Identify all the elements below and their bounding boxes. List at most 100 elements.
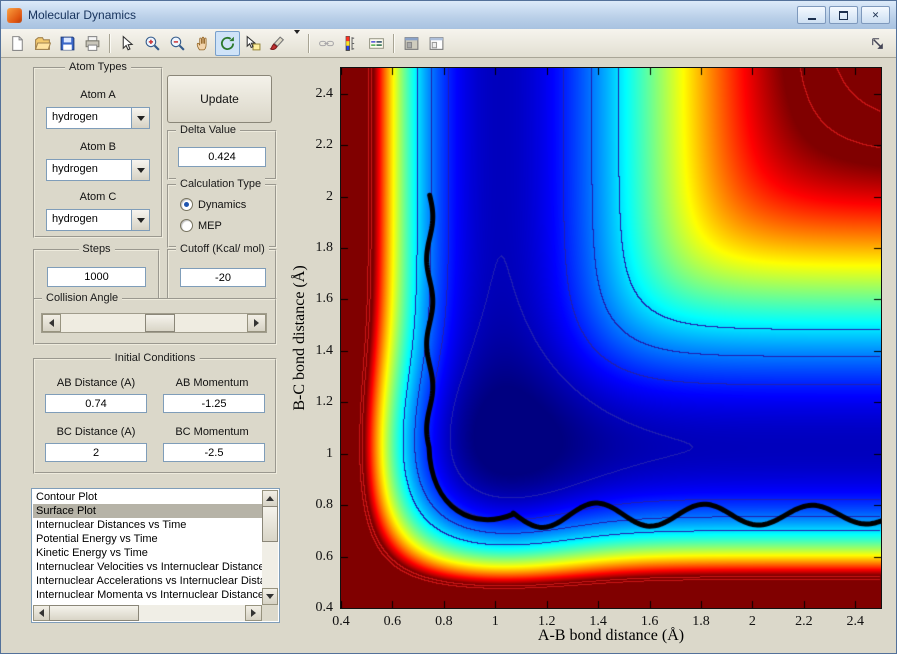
minimize-button[interactable] (797, 6, 826, 24)
rotate-3d-button[interactable] (215, 30, 240, 56)
initial-conditions-panel: Initial Conditions AB Distance (A) AB Mo… (33, 352, 277, 474)
restore-icon (839, 10, 848, 20)
ab-momentum-input[interactable] (163, 394, 265, 413)
list-item[interactable]: Internuclear Distances vs Time (33, 518, 262, 532)
bc-momentum-input[interactable] (163, 443, 265, 462)
dock-figure-button[interactable] (865, 31, 890, 56)
insert-colorbar-button[interactable] (339, 31, 364, 56)
arrow-right-icon (254, 319, 263, 327)
y-tick-label: 1.2 (315, 394, 334, 410)
insert-colorbar-icon (343, 35, 360, 52)
bc-distance-input[interactable] (45, 443, 147, 462)
chevron-down-icon (136, 116, 145, 125)
bc-momentum-label: BC Momentum (175, 426, 249, 438)
zoom-in-button[interactable] (140, 31, 165, 56)
x-tick-label: 2.4 (846, 614, 865, 629)
cutoff-input[interactable] (180, 268, 266, 287)
toolbar-separator (109, 33, 111, 53)
collision-angle-slider[interactable] (41, 313, 267, 333)
list-item[interactable]: Potential Energy vs Time (33, 532, 262, 546)
chevron-down-icon (136, 168, 145, 177)
horizontal-scroll-thumb[interactable] (49, 605, 139, 621)
x-tick-label: 0.4 (332, 614, 350, 629)
link-plot-button[interactable] (314, 31, 339, 56)
plot-type-listbox[interactable]: Contour Plot Surface Plot Internuclear Dis… (31, 488, 280, 623)
scroll-down-button[interactable] (262, 588, 278, 605)
dock-figure-icon (869, 35, 886, 52)
pan-icon (194, 35, 211, 52)
x-tick-label: 0.6 (383, 614, 402, 629)
open-file-button[interactable] (30, 31, 55, 56)
toolbar-separator (393, 33, 395, 53)
arrow-up-icon (266, 492, 274, 501)
vertical-scroll-thumb[interactable] (262, 506, 278, 542)
insert-legend-button[interactable] (364, 31, 389, 56)
atom-types-panel-title: Atom Types (65, 61, 131, 73)
brush-dropdown-button[interactable] (290, 30, 304, 56)
listbox-horizontal-scrollbar[interactable] (33, 605, 262, 621)
listbox-vertical-scrollbar[interactable] (262, 490, 278, 605)
collision-angle-panel: Collision Angle (33, 292, 277, 345)
calculation-type-panel: Calculation Type Dynamics MEP (167, 178, 277, 248)
close-button[interactable]: ✕ (861, 6, 890, 24)
atom-c-dropdown-button[interactable] (131, 210, 149, 230)
atom-a-dropdown-button[interactable] (131, 108, 149, 128)
list-item[interactable]: Surface Plot (33, 504, 262, 518)
x-tick-label: 1.8 (692, 614, 710, 629)
radio-mep[interactable]: MEP (180, 219, 222, 232)
show-plot-tools-button[interactable] (424, 31, 449, 56)
potential-surface-plot[interactable] (340, 67, 882, 609)
data-cursor-button[interactable] (240, 31, 265, 56)
radio-selected-icon (180, 198, 193, 211)
calculation-type-title: Calculation Type (176, 178, 266, 190)
restore-button[interactable] (829, 6, 858, 24)
scroll-right-button[interactable] (245, 605, 262, 621)
slider-thumb[interactable] (145, 314, 176, 332)
new-document-button[interactable] (5, 31, 30, 56)
brush-dropdown-icon (294, 30, 300, 54)
bc-distance-label: BC Distance (A) (56, 426, 136, 438)
update-button[interactable]: Update (167, 75, 272, 123)
atom-b-label: Atom B (79, 141, 117, 153)
hide-plot-tools-button[interactable] (399, 31, 424, 56)
atom-b-dropdown-button[interactable] (131, 160, 149, 180)
list-item[interactable]: Internuclear Accelerations vs Internucle… (33, 574, 262, 588)
zoom-out-button[interactable] (165, 31, 190, 56)
arrow-left-icon (45, 319, 54, 327)
atom-c-label: Atom C (79, 191, 117, 203)
slider-left-arrow-button[interactable] (42, 314, 61, 332)
slider-right-arrow-button[interactable] (247, 314, 266, 332)
list-item[interactable]: Internuclear Momenta vs Internuclear Dis… (33, 588, 262, 602)
y-tick-label: 1.8 (315, 240, 334, 255)
data-cursor-icon (244, 34, 261, 52)
list-item[interactable]: Contour Plot (33, 490, 262, 504)
rotate-3d-icon (219, 35, 236, 52)
steps-input[interactable] (47, 267, 146, 287)
y-tick-label: 2 (326, 188, 333, 204)
window-title: Molecular Dynamics (28, 8, 137, 22)
radio-dynamics[interactable]: Dynamics (180, 198, 246, 211)
title-bar[interactable]: Molecular Dynamics ✕ (1, 1, 896, 30)
ab-distance-input[interactable] (45, 394, 147, 413)
delta-value-input[interactable] (178, 147, 266, 167)
print-figure-button[interactable] (80, 31, 105, 56)
x-tick-label: 0.8 (435, 614, 453, 629)
brush-data-button[interactable] (265, 31, 290, 56)
list-item[interactable]: Internuclear Velocities vs Internuclear … (33, 560, 262, 574)
x-tick-label: 1.2 (537, 614, 556, 629)
atom-a-select[interactable]: hydrogen (46, 107, 150, 129)
atom-b-select[interactable]: hydrogen (46, 159, 150, 181)
x-tick-label: 1.4 (589, 614, 607, 629)
zoom-out-icon (169, 35, 186, 52)
scroll-left-button[interactable] (33, 605, 50, 621)
scrollbar-corner (262, 605, 278, 621)
hide-plot-tools-icon (403, 35, 420, 52)
steps-title: Steps (78, 243, 115, 255)
pan-button[interactable] (190, 31, 215, 56)
edit-plot-button[interactable] (115, 31, 140, 56)
x-tick-label: 2.2 (795, 614, 813, 629)
list-item[interactable]: Kinetic Energy vs Time (33, 546, 262, 560)
scroll-up-button[interactable] (262, 490, 278, 507)
save-figure-button[interactable] (55, 31, 80, 56)
atom-c-select[interactable]: hydrogen (46, 209, 150, 231)
